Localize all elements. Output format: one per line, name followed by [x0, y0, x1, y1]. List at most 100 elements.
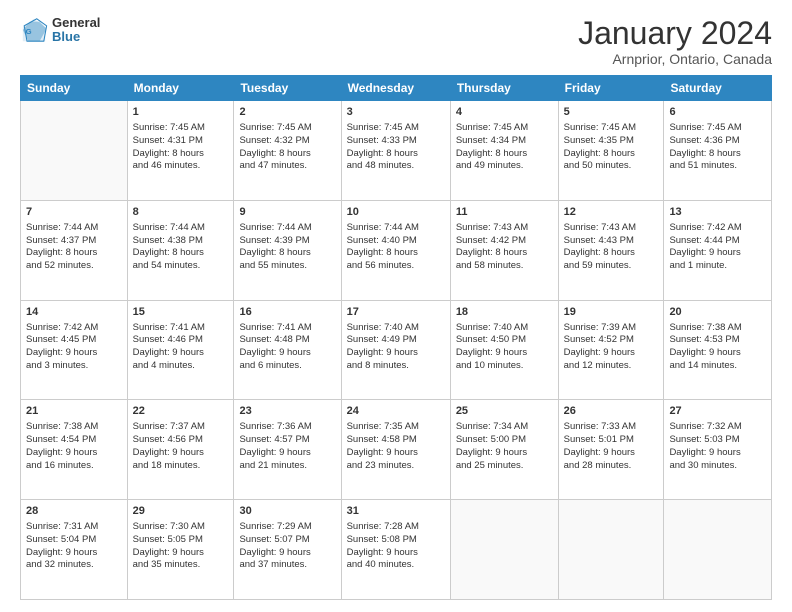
day-info: and 54 minutes.	[133, 260, 229, 273]
day-number: 4	[456, 105, 553, 120]
day-info: Sunset: 4:40 PM	[347, 235, 445, 248]
day-info: and 18 minutes.	[133, 460, 229, 473]
day-info: Daylight: 8 hours	[133, 148, 229, 161]
day-info: Sunset: 4:58 PM	[347, 434, 445, 447]
col-saturday: Saturday	[664, 76, 772, 101]
day-info: and 46 minutes.	[133, 160, 229, 173]
day-info: Sunset: 4:56 PM	[133, 434, 229, 447]
day-info: Daylight: 9 hours	[239, 547, 335, 560]
col-monday: Monday	[127, 76, 234, 101]
calendar-cell: 24Sunrise: 7:35 AMSunset: 4:58 PMDayligh…	[341, 400, 450, 500]
day-info: Sunset: 4:35 PM	[564, 135, 659, 148]
day-info: Sunrise: 7:44 AM	[347, 222, 445, 235]
day-info: Sunset: 4:39 PM	[239, 235, 335, 248]
calendar-cell: 2Sunrise: 7:45 AMSunset: 4:32 PMDaylight…	[234, 101, 341, 201]
day-info: and 35 minutes.	[133, 559, 229, 572]
day-number: 25	[456, 404, 553, 419]
calendar-title: January 2024	[578, 16, 772, 51]
day-info: Sunset: 4:38 PM	[133, 235, 229, 248]
day-info: Daylight: 8 hours	[347, 148, 445, 161]
day-info: Daylight: 8 hours	[239, 247, 335, 260]
day-info: Sunrise: 7:41 AM	[239, 322, 335, 335]
day-info: Daylight: 8 hours	[239, 148, 335, 161]
calendar-cell: 13Sunrise: 7:42 AMSunset: 4:44 PMDayligh…	[664, 200, 772, 300]
calendar-cell: 15Sunrise: 7:41 AMSunset: 4:46 PMDayligh…	[127, 300, 234, 400]
day-info: Sunset: 4:50 PM	[456, 334, 553, 347]
day-info: Sunset: 4:36 PM	[669, 135, 766, 148]
day-info: and 59 minutes.	[564, 260, 659, 273]
day-info: Sunset: 4:46 PM	[133, 334, 229, 347]
day-info: Sunrise: 7:44 AM	[26, 222, 122, 235]
calendar-week-2: 14Sunrise: 7:42 AMSunset: 4:45 PMDayligh…	[21, 300, 772, 400]
day-info: Daylight: 9 hours	[456, 447, 553, 460]
calendar-page: G General Blue January 2024 Arnprior, On…	[0, 0, 792, 612]
day-number: 2	[239, 105, 335, 120]
calendar-cell: 29Sunrise: 7:30 AMSunset: 5:05 PMDayligh…	[127, 500, 234, 600]
day-number: 16	[239, 305, 335, 320]
day-info: Daylight: 9 hours	[239, 347, 335, 360]
day-number: 7	[26, 205, 122, 220]
day-info: Sunset: 4:49 PM	[347, 334, 445, 347]
day-info: Sunrise: 7:40 AM	[347, 322, 445, 335]
day-info: and 16 minutes.	[26, 460, 122, 473]
day-info: Sunrise: 7:45 AM	[239, 122, 335, 135]
day-info: Sunset: 5:03 PM	[669, 434, 766, 447]
day-number: 5	[564, 105, 659, 120]
day-info: and 40 minutes.	[347, 559, 445, 572]
col-wednesday: Wednesday	[341, 76, 450, 101]
calendar-cell: 22Sunrise: 7:37 AMSunset: 4:56 PMDayligh…	[127, 400, 234, 500]
day-info: and 6 minutes.	[239, 360, 335, 373]
day-info: and 55 minutes.	[239, 260, 335, 273]
day-number: 29	[133, 504, 229, 519]
day-info: Daylight: 8 hours	[669, 148, 766, 161]
day-info: Sunrise: 7:44 AM	[239, 222, 335, 235]
day-info: Sunset: 4:57 PM	[239, 434, 335, 447]
svg-text:G: G	[26, 27, 32, 36]
day-info: Daylight: 9 hours	[239, 447, 335, 460]
day-info: Sunset: 4:43 PM	[564, 235, 659, 248]
day-info: Daylight: 8 hours	[456, 148, 553, 161]
day-info: Sunrise: 7:45 AM	[347, 122, 445, 135]
calendar-cell: 5Sunrise: 7:45 AMSunset: 4:35 PMDaylight…	[558, 101, 664, 201]
day-info: Sunrise: 7:29 AM	[239, 521, 335, 534]
calendar-cell: 9Sunrise: 7:44 AMSunset: 4:39 PMDaylight…	[234, 200, 341, 300]
day-number: 6	[669, 105, 766, 120]
day-info: Daylight: 9 hours	[26, 347, 122, 360]
logo-blue-text: Blue	[52, 30, 100, 44]
col-tuesday: Tuesday	[234, 76, 341, 101]
day-info: Sunset: 4:42 PM	[456, 235, 553, 248]
calendar-cell: 10Sunrise: 7:44 AMSunset: 4:40 PMDayligh…	[341, 200, 450, 300]
day-number: 3	[347, 105, 445, 120]
col-friday: Friday	[558, 76, 664, 101]
day-info: and 14 minutes.	[669, 360, 766, 373]
calendar-cell	[664, 500, 772, 600]
day-number: 14	[26, 305, 122, 320]
day-info: and 23 minutes.	[347, 460, 445, 473]
day-info: Daylight: 8 hours	[26, 247, 122, 260]
calendar-cell: 26Sunrise: 7:33 AMSunset: 5:01 PMDayligh…	[558, 400, 664, 500]
day-number: 22	[133, 404, 229, 419]
day-info: Sunrise: 7:38 AM	[26, 421, 122, 434]
day-info: and 49 minutes.	[456, 160, 553, 173]
day-number: 31	[347, 504, 445, 519]
day-info: Daylight: 9 hours	[564, 447, 659, 460]
calendar-cell: 30Sunrise: 7:29 AMSunset: 5:07 PMDayligh…	[234, 500, 341, 600]
day-info: Daylight: 9 hours	[564, 347, 659, 360]
day-info: Sunset: 5:05 PM	[133, 534, 229, 547]
day-info: Sunrise: 7:45 AM	[133, 122, 229, 135]
day-info: Daylight: 8 hours	[564, 247, 659, 260]
day-info: Sunset: 4:52 PM	[564, 334, 659, 347]
day-info: Sunrise: 7:41 AM	[133, 322, 229, 335]
day-info: and 30 minutes.	[669, 460, 766, 473]
day-info: Sunrise: 7:45 AM	[564, 122, 659, 135]
day-info: and 12 minutes.	[564, 360, 659, 373]
col-sunday: Sunday	[21, 76, 128, 101]
day-number: 28	[26, 504, 122, 519]
calendar-cell: 23Sunrise: 7:36 AMSunset: 4:57 PMDayligh…	[234, 400, 341, 500]
day-info: Sunset: 5:04 PM	[26, 534, 122, 547]
day-info: Daylight: 8 hours	[133, 247, 229, 260]
calendar-cell: 7Sunrise: 7:44 AMSunset: 4:37 PMDaylight…	[21, 200, 128, 300]
day-number: 10	[347, 205, 445, 220]
day-info: Sunset: 5:07 PM	[239, 534, 335, 547]
day-info: Sunrise: 7:39 AM	[564, 322, 659, 335]
